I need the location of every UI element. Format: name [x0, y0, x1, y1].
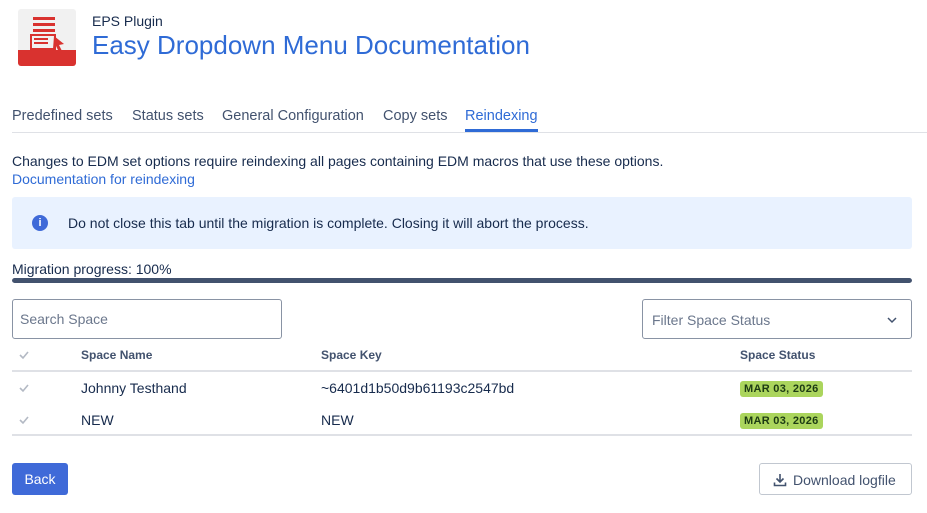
download-label: Download logfile — [793, 472, 896, 488]
progress-bar — [12, 278, 912, 283]
page-title: Easy Dropdown Menu Documentation — [92, 30, 530, 60]
page-header: EPS Plugin Easy Dropdown Menu Documentat… — [18, 9, 618, 67]
select-all-checkbox[interactable] — [18, 349, 30, 361]
table-header: Space Name Space Key Space Status — [12, 342, 912, 372]
documentation-link[interactable]: Documentation for reindexing — [12, 171, 195, 187]
filter-space-status-select[interactable]: Filter Space Status — [642, 299, 912, 339]
space-key-cell: ~6401d1b50d9b61193c2547bd — [321, 380, 515, 396]
tab-general-configuration[interactable]: General Configuration — [222, 108, 364, 124]
table-row[interactable]: NEW NEW MAR 03, 2026 — [12, 404, 912, 436]
tab-copy-sets[interactable]: Copy sets — [383, 108, 447, 124]
notice-text: Do not close this tab until the migratio… — [68, 215, 589, 231]
download-icon — [773, 474, 787, 487]
space-name-cell: NEW — [81, 412, 114, 428]
row-checkbox[interactable] — [18, 414, 30, 426]
progress-label: Migration progress: 100% — [12, 261, 172, 277]
row-checkbox[interactable] — [18, 382, 30, 394]
tab-reindexing[interactable]: Reindexing — [465, 108, 538, 124]
download-logfile-button[interactable]: Download logfile — [759, 463, 912, 495]
space-name-cell: Johnny Testhand — [81, 380, 187, 396]
space-key-cell: NEW — [321, 412, 354, 428]
spaces-table: Space Name Space Key Space Status Johnny… — [12, 342, 912, 436]
column-header-space-status[interactable]: Space Status — [740, 348, 815, 362]
filter-placeholder: Filter Space Status — [652, 312, 771, 328]
plugin-label: EPS Plugin — [92, 13, 163, 29]
tab-predefined-sets[interactable]: Predefined sets — [12, 108, 113, 124]
status-badge: MAR 03, 2026 — [740, 413, 823, 429]
search-space-input[interactable] — [12, 299, 282, 339]
app-logo — [18, 9, 76, 66]
status-badge: MAR 03, 2026 — [740, 381, 823, 397]
table-row[interactable]: Johnny Testhand ~6401d1b50d9b61193c2547b… — [12, 372, 912, 404]
tab-status-sets[interactable]: Status sets — [132, 108, 204, 124]
intro-text: Changes to EDM set options require reind… — [12, 153, 664, 169]
column-header-space-name[interactable]: Space Name — [81, 348, 152, 362]
chevron-down-icon — [887, 317, 897, 324]
tab-bar: Predefined sets Status sets General Conf… — [12, 103, 927, 133]
back-button[interactable]: Back — [12, 463, 68, 495]
info-icon: i — [32, 215, 48, 231]
column-header-space-key[interactable]: Space Key — [321, 348, 382, 362]
active-tab-indicator — [465, 129, 538, 132]
info-notice: i Do not close this tab until the migrat… — [12, 197, 912, 249]
progress-fill — [12, 278, 912, 283]
